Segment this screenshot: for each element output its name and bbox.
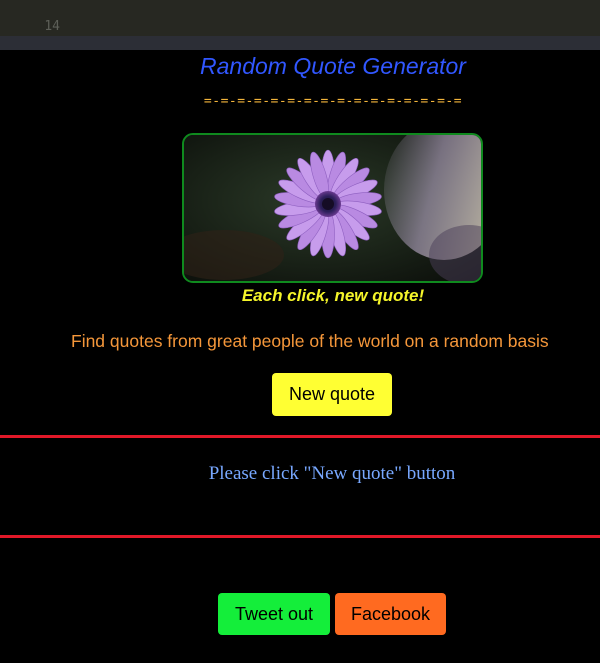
title-divider: =-=-=-=-=-=-=-=-=-=-=-=-=-=-=-= bbox=[203, 94, 463, 109]
code-line: 15 font-style: italic; bbox=[0, 18, 51, 36]
editor-scrollbar[interactable] bbox=[0, 36, 600, 50]
facebook-button[interactable]: Facebook bbox=[335, 593, 446, 635]
quote-text: Please click "New quote" button bbox=[208, 463, 456, 484]
new-quote-button[interactable]: New quote bbox=[272, 373, 392, 416]
flower-illustration bbox=[184, 135, 481, 281]
tweet-button[interactable]: Tweet out bbox=[218, 593, 330, 635]
page-title: Random Quote Generator bbox=[200, 53, 466, 79]
image-caption: Each click, new quote! bbox=[241, 286, 425, 305]
code-editor: 14 color: yellow; 15 font-style: italic; bbox=[0, 0, 600, 36]
code-editor-strip: 14 color: yellow; 15 font-style: italic; bbox=[0, 0, 600, 50]
quote-top-rule bbox=[0, 435, 600, 438]
page-description: Find quotes from great people of the wor… bbox=[71, 331, 549, 351]
flower-image bbox=[182, 133, 483, 283]
quote-bottom-rule bbox=[0, 535, 600, 538]
code-line: 14 color: yellow; bbox=[0, 0, 60, 34]
